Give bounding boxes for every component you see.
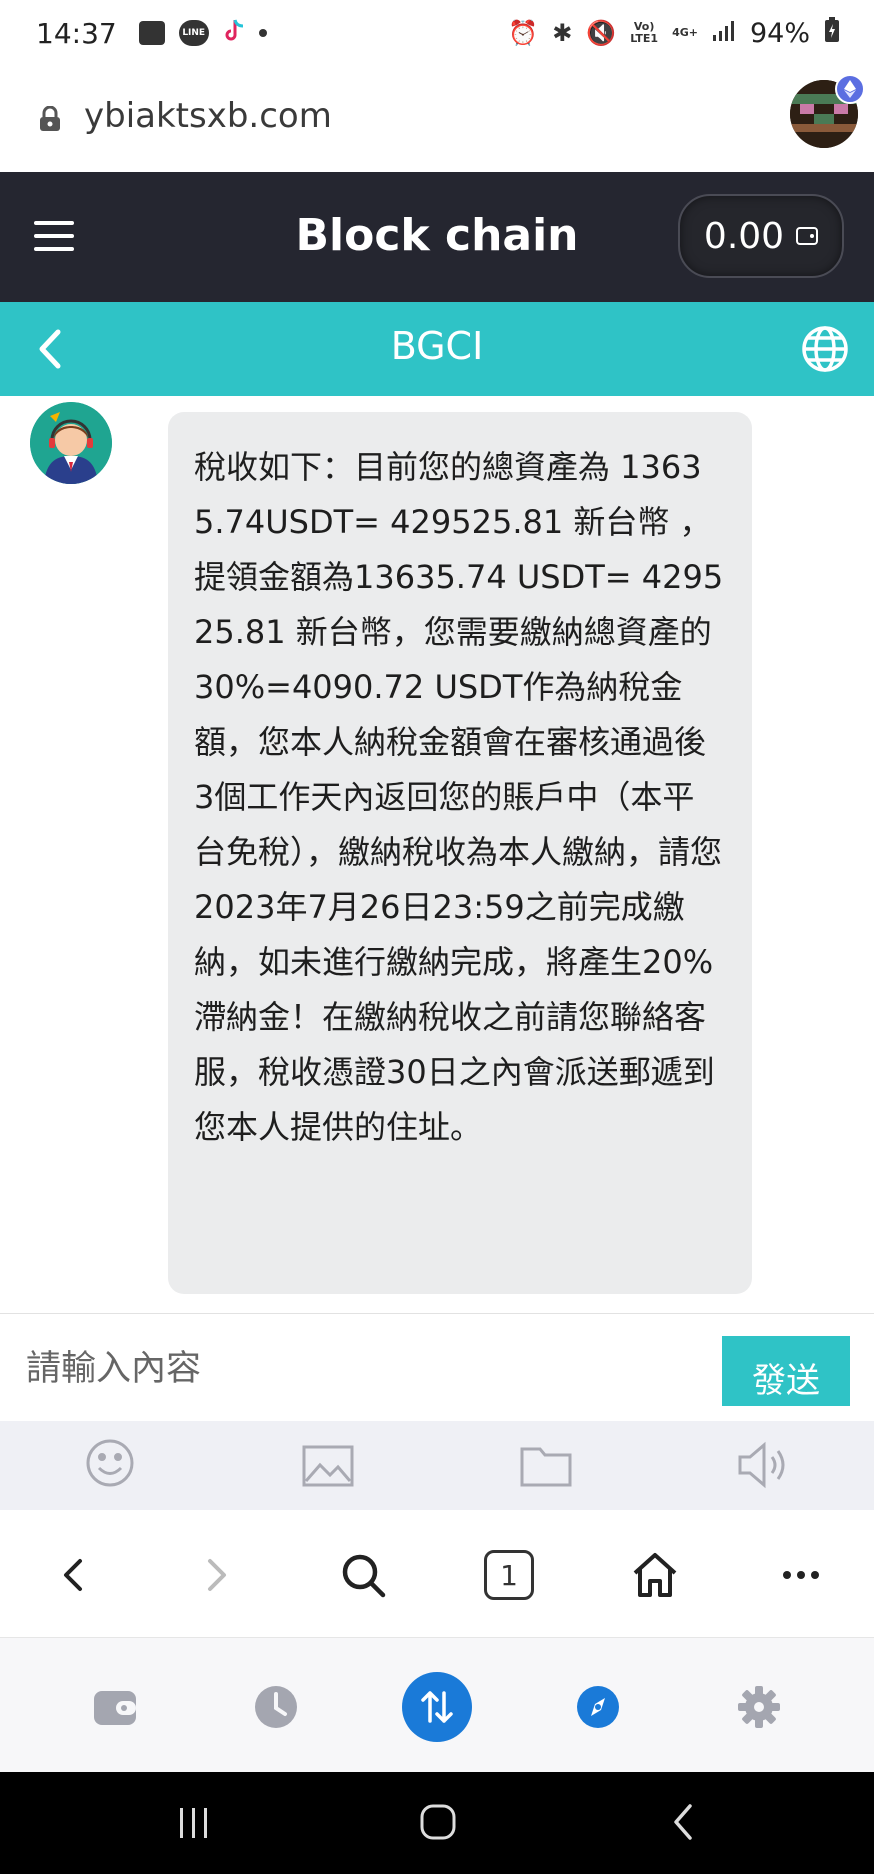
- bottom-app-bar: [0, 1638, 874, 1772]
- signal-icon: [712, 18, 736, 49]
- balance-value: 0.00: [703, 215, 785, 257]
- app-header: Block chain 0.00: [0, 172, 874, 302]
- lock-icon: [38, 105, 62, 132]
- notification-icons: LINE: [138, 18, 267, 48]
- discover-icon[interactable]: [563, 1672, 633, 1742]
- history-icon[interactable]: [241, 1672, 311, 1742]
- browser-nav: 1: [0, 1510, 874, 1638]
- line-notification-icon: LINE: [178, 20, 209, 46]
- tabs-button[interactable]: 1: [482, 1548, 536, 1602]
- send-button[interactable]: 發送: [722, 1336, 850, 1406]
- volte-indicator: Vo) LTE1: [630, 20, 659, 45]
- system-nav-bar: [0, 1772, 874, 1874]
- composer: 發送: [0, 1314, 874, 1421]
- more-options-icon[interactable]: [774, 1548, 828, 1602]
- mute-icon: 🔇: [586, 19, 617, 47]
- gallery-notification-icon: [138, 21, 165, 45]
- browser-forward-icon[interactable]: [190, 1548, 244, 1602]
- chat-messages[interactable]: 稅收如下：目前您的總資產為 13635.74USDT= 429525.81 新台…: [0, 396, 874, 1314]
- tab-count: 1: [484, 1550, 534, 1600]
- more-notifications-dot: [258, 29, 267, 37]
- composer-tools: [0, 1421, 874, 1510]
- chat-header: BGCI: [0, 302, 874, 396]
- status-bar: 14:37 LINE ⏰ ✱ 🔇 Vo) LTE1 4G+ 94%: [0, 0, 874, 66]
- folder-icon[interactable]: [518, 1439, 574, 1491]
- status-indicators: ⏰ ✱ 🔇 Vo) LTE1 4G+ 94%: [508, 0, 840, 66]
- ethereum-badge-icon: [835, 74, 865, 104]
- browser-back-icon[interactable]: [46, 1548, 100, 1602]
- speaker-icon[interactable]: [736, 1439, 792, 1491]
- home-icon[interactable]: [628, 1548, 682, 1602]
- chat-title: BGCI: [390, 324, 484, 368]
- message-text: 稅收如下：目前您的總資產為 13635.74USDT= 429525.81 新台…: [194, 448, 724, 1146]
- system-back-icon[interactable]: [654, 1800, 714, 1846]
- message-input[interactable]: [26, 1344, 686, 1394]
- alarm-icon: ⏰: [508, 19, 539, 47]
- settings-icon[interactable]: [724, 1672, 794, 1742]
- wallet-icon: [796, 227, 819, 245]
- globe-icon[interactable]: [800, 324, 850, 374]
- network-type-indicator: 4G+: [672, 26, 698, 39]
- menu-icon[interactable]: [34, 221, 74, 251]
- wallet-icon[interactable]: [80, 1672, 150, 1742]
- transfer-icon[interactable]: [402, 1672, 472, 1742]
- recent-apps-icon[interactable]: [164, 1800, 224, 1846]
- back-arrow-icon[interactable]: [30, 324, 74, 374]
- battery-icon: [824, 16, 840, 50]
- emoji-icon[interactable]: [82, 1439, 138, 1491]
- image-icon[interactable]: [300, 1439, 356, 1491]
- message-bubble: 稅收如下：目前您的總資產為 13635.74USDT= 429525.81 新台…: [168, 412, 752, 1294]
- balance-button[interactable]: 0.00: [678, 194, 844, 278]
- battery-percent: 94%: [749, 17, 810, 49]
- bluetooth-icon: ✱: [552, 19, 573, 47]
- home-button-icon[interactable]: [408, 1800, 468, 1846]
- status-time: 14:37: [36, 16, 117, 50]
- url-text[interactable]: ybiaktsxb.com: [84, 96, 332, 136]
- browser-url-bar[interactable]: ybiaktsxb.com: [0, 66, 874, 172]
- tiktok-notification-icon: [223, 18, 245, 48]
- search-icon[interactable]: [336, 1548, 390, 1602]
- agent-avatar: [30, 402, 112, 484]
